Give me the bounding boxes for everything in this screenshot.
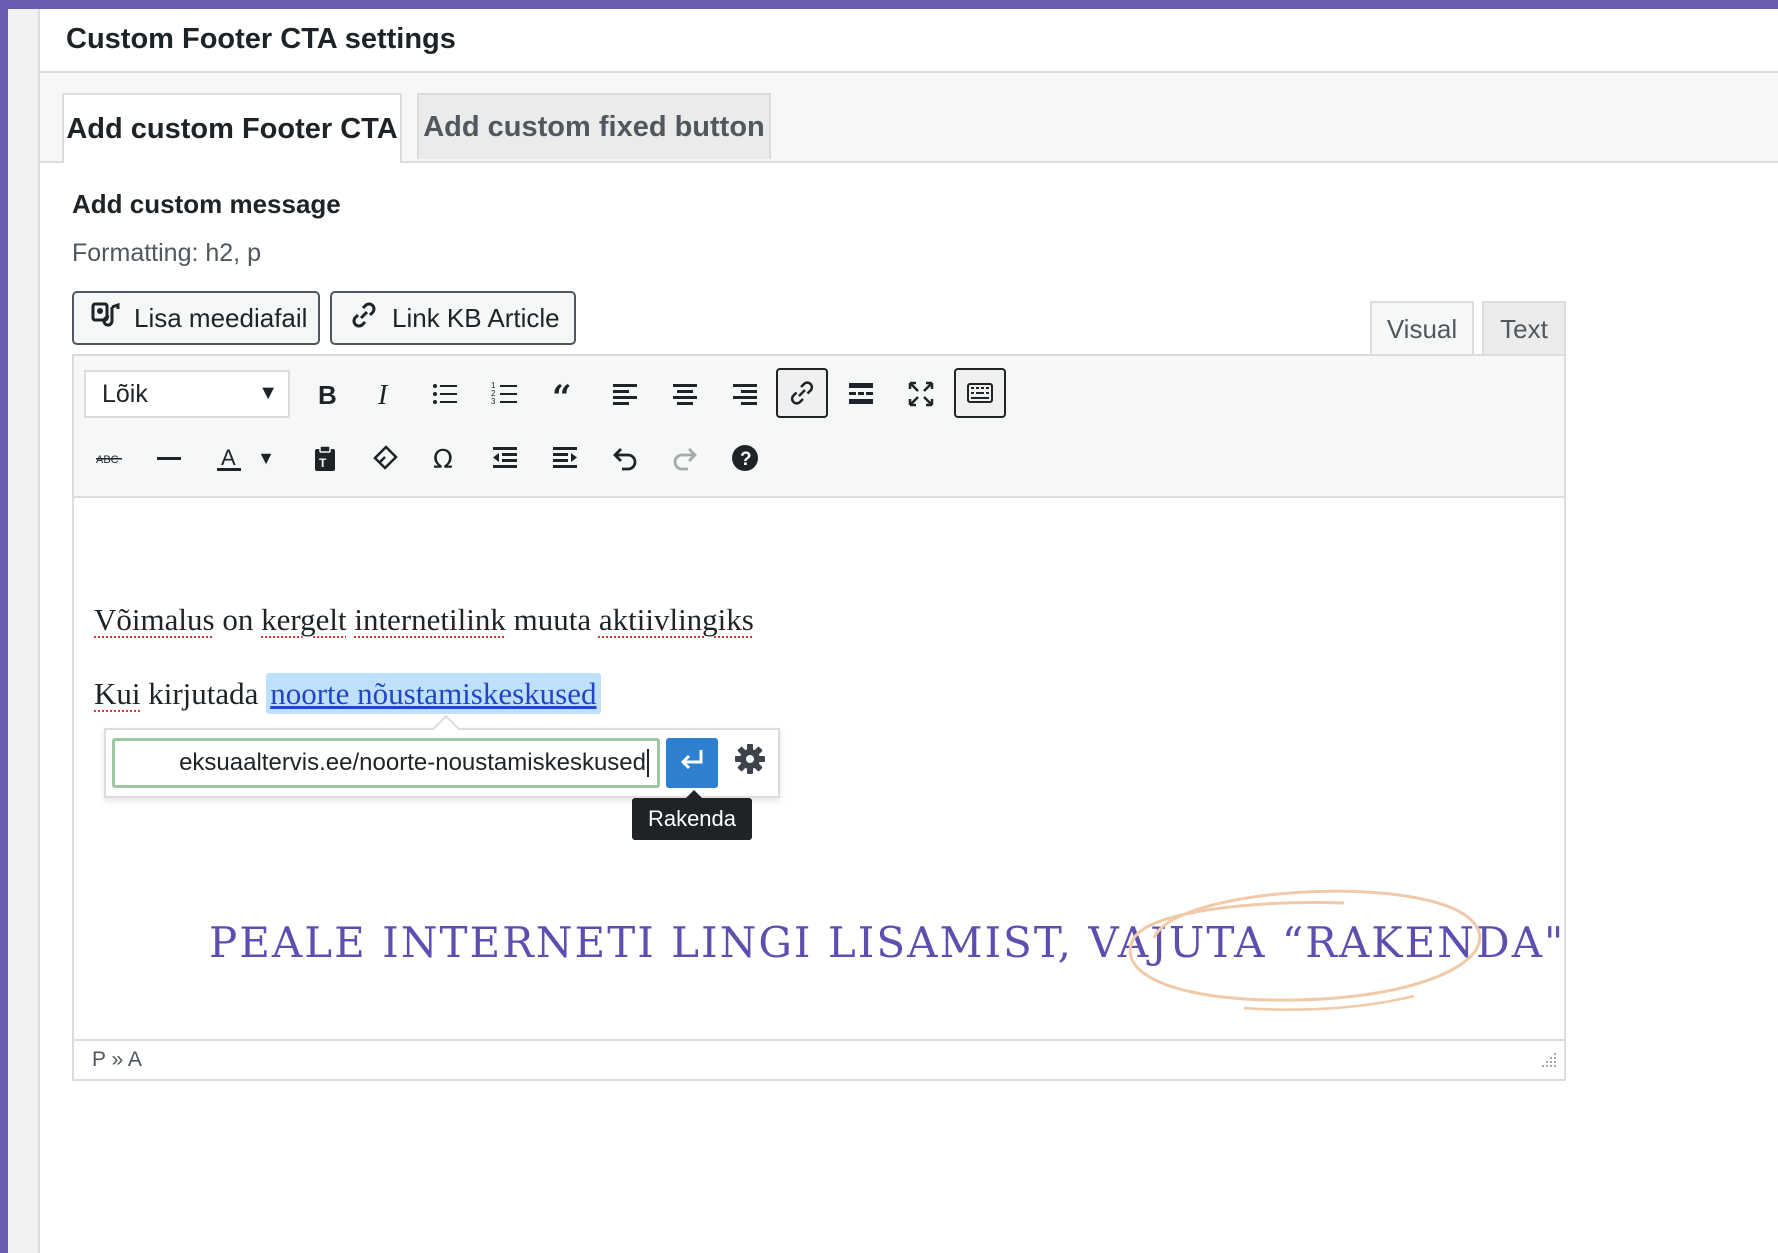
svg-text:B: B bbox=[318, 380, 337, 409]
svg-text:Ω: Ω bbox=[433, 445, 453, 473]
chevron-down-icon: ▼ bbox=[258, 382, 278, 404]
tab-visual[interactable]: Visual bbox=[1370, 301, 1474, 355]
paragraph-2: Kui kirjutada noorte nõustamiskeskused bbox=[94, 673, 601, 714]
inline-link-dialog: eksuaaltervis.ee/noorte-noustamiskeskuse… bbox=[104, 714, 780, 798]
apply-tooltip: Rakenda bbox=[632, 790, 752, 840]
selected-link-text[interactable]: noorte nõustamiskeskused bbox=[266, 673, 601, 714]
formatting-hint: Formatting: h2, p bbox=[72, 239, 261, 267]
editor-toolbar: Lõik ▼ B I 123 “ ABC A ▼ T Ω ? bbox=[74, 356, 1564, 498]
chevron-down-icon[interactable]: ▼ bbox=[252, 434, 280, 482]
spellcheck-word: Kui bbox=[94, 676, 141, 711]
text-run: kirjutada bbox=[140, 676, 267, 711]
panel-title: Custom Footer CTA settings bbox=[66, 23, 456, 55]
italic-icon[interactable]: I bbox=[360, 370, 410, 418]
tab-add-fixed-button[interactable]: Add custom fixed button bbox=[417, 93, 771, 159]
spellcheck-word: Võimalus bbox=[94, 602, 215, 637]
strikethrough-icon[interactable]: ABC bbox=[84, 434, 134, 482]
svg-text:3: 3 bbox=[491, 397, 496, 406]
tab-add-footer-cta[interactable]: Add custom Footer CTA bbox=[62, 93, 402, 163]
bold-icon[interactable]: B bbox=[300, 370, 350, 418]
blockquote-icon[interactable]: “ bbox=[540, 370, 590, 418]
toolbar-toggle-icon[interactable] bbox=[954, 368, 1006, 418]
spellcheck-word: aktiivlingiks bbox=[598, 602, 754, 637]
add-media-label: Lisa meediafail bbox=[134, 302, 308, 333]
link-options-button[interactable] bbox=[726, 738, 774, 788]
text-run: muuta bbox=[505, 602, 599, 637]
fullscreen-icon[interactable] bbox=[896, 370, 946, 418]
spellcheck-word: kergelt bbox=[261, 602, 347, 637]
svg-text:ABC: ABC bbox=[96, 454, 119, 466]
read-more-icon[interactable] bbox=[836, 370, 886, 418]
highlight-circle bbox=[1128, 889, 1482, 1011]
settings-panel: Custom Footer CTA settings Add custom Fo… bbox=[38, 9, 1778, 1253]
spellcheck-word: internetilink bbox=[354, 602, 506, 637]
text-run: on bbox=[214, 602, 262, 637]
undo-icon[interactable] bbox=[600, 434, 650, 482]
format-select-value: Lõik bbox=[102, 379, 148, 408]
align-right-icon[interactable] bbox=[720, 370, 770, 418]
outdent-icon[interactable] bbox=[480, 434, 530, 482]
rich-text-editor: Lõik ▼ B I 123 “ ABC A ▼ T Ω ? Võimalus … bbox=[72, 354, 1566, 1081]
text-cursor bbox=[647, 749, 649, 777]
svg-text:I: I bbox=[377, 380, 389, 409]
gear-icon bbox=[733, 742, 767, 784]
text-color-icon[interactable]: A bbox=[204, 434, 254, 482]
help-icon[interactable]: ? bbox=[720, 434, 770, 482]
align-left-icon[interactable] bbox=[600, 370, 650, 418]
enter-icon bbox=[677, 744, 707, 782]
special-character-icon[interactable]: Ω bbox=[420, 434, 470, 482]
numbered-list-icon[interactable]: 123 bbox=[480, 370, 530, 418]
redo-icon[interactable] bbox=[660, 434, 710, 482]
svg-text:T: T bbox=[319, 456, 327, 470]
clear-formatting-icon[interactable] bbox=[360, 434, 410, 482]
resize-handle-icon[interactable] bbox=[1538, 1049, 1558, 1075]
field-label: Add custom message bbox=[72, 189, 341, 219]
horizontal-line-icon[interactable] bbox=[144, 434, 194, 482]
link-icon[interactable] bbox=[776, 368, 828, 418]
editor-statusbar: P » A bbox=[74, 1039, 1564, 1079]
apply-link-button[interactable] bbox=[666, 738, 718, 788]
paste-text-icon[interactable]: T bbox=[300, 434, 350, 482]
add-media-button[interactable]: Lisa meediafail bbox=[72, 291, 320, 345]
url-input[interactable]: eksuaaltervis.ee/noorte-noustamiskeskuse… bbox=[112, 738, 660, 788]
align-center-icon[interactable] bbox=[660, 370, 710, 418]
svg-text:A: A bbox=[221, 445, 236, 470]
link-icon bbox=[348, 299, 380, 338]
bullet-list-icon[interactable] bbox=[420, 370, 470, 418]
media-icon bbox=[90, 299, 122, 338]
indent-icon[interactable] bbox=[540, 434, 590, 482]
link-kb-article-button[interactable]: Link KB Article bbox=[330, 291, 576, 345]
format-select[interactable]: Lõik ▼ bbox=[84, 370, 290, 418]
tab-text[interactable]: Text bbox=[1482, 301, 1566, 355]
paragraph-1: Võimalus on kergelt internetilink muuta … bbox=[94, 602, 754, 638]
link-kb-label: Link KB Article bbox=[392, 302, 560, 333]
url-value: eksuaaltervis.ee/noorte-noustamiskeskuse… bbox=[179, 749, 646, 776]
editor-content[interactable]: Võimalus on kergelt internetilink muuta … bbox=[74, 498, 1564, 1043]
svg-text:“: “ bbox=[552, 379, 572, 409]
page-frame: Custom Footer CTA settings Add custom Fo… bbox=[8, 9, 1778, 1253]
tab-bar: Add custom Footer CTA Add custom fixed b… bbox=[40, 73, 1778, 163]
svg-text:?: ? bbox=[740, 449, 752, 470]
element-path[interactable]: P » A bbox=[92, 1048, 142, 1072]
